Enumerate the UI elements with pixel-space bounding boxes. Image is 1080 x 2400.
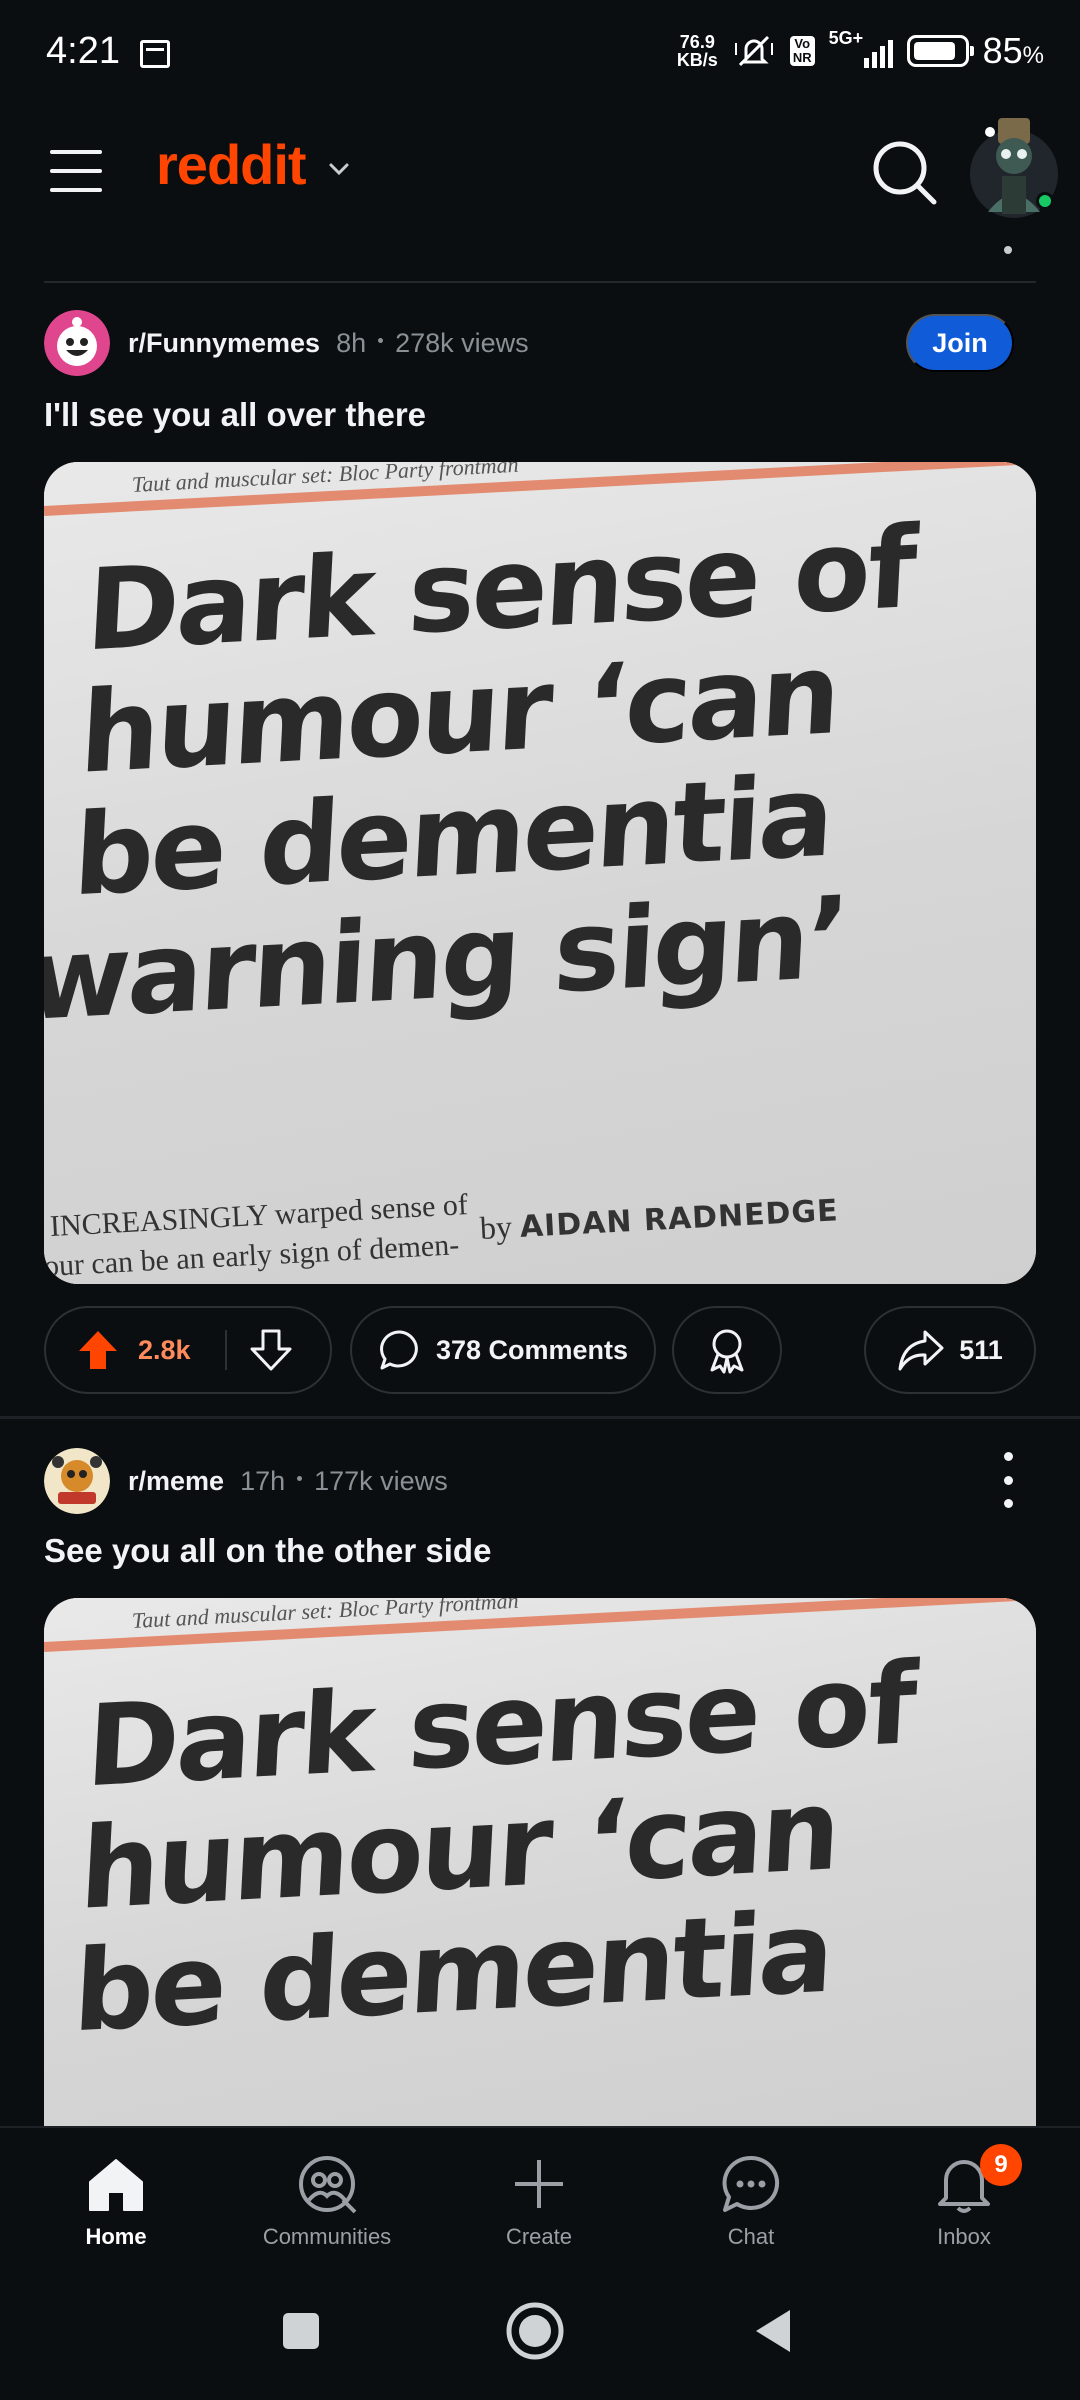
notification-badge: 9 — [980, 2144, 1022, 2186]
menu-icon[interactable] — [50, 150, 102, 192]
feed-divider — [44, 281, 1036, 283]
battery-percent-unit: % — [1022, 42, 1044, 69]
battery-percent-value: 85 — [982, 30, 1023, 71]
chat-icon — [722, 2155, 780, 2212]
subreddit-name[interactable]: r/meme — [128, 1466, 224, 1497]
post-image[interactable]: Taut and muscular set: Bloc Party frontm… — [44, 462, 1036, 1284]
calendar-icon — [140, 40, 170, 68]
avatar[interactable] — [966, 112, 1062, 228]
share-icon — [898, 1330, 944, 1371]
meta-separator — [297, 1475, 303, 1481]
reddit-logo[interactable]: reddit — [156, 132, 307, 197]
home-circle-icon[interactable] — [500, 2296, 570, 2366]
overflow-dot — [1004, 246, 1012, 254]
subreddit-avatar[interactable] — [44, 1448, 110, 1514]
status-time: 4:21 — [46, 30, 120, 72]
downvote-icon[interactable] — [249, 1328, 293, 1372]
back-triangle-icon[interactable] — [738, 2296, 808, 2366]
nav-home[interactable]: Home — [8, 2128, 224, 2270]
share-button[interactable]: 511 — [864, 1306, 1036, 1394]
signal-icon: 5G+ — [829, 28, 893, 68]
post-image[interactable]: Taut and muscular set: Bloc Party frontm… — [44, 1598, 1036, 2158]
post-views: 278k views — [395, 327, 529, 358]
post-age: 17h — [240, 1465, 286, 1496]
network-type: 5G+ — [828, 28, 864, 48]
nav-chat[interactable]: Chat — [643, 2128, 859, 2270]
communities-icon — [299, 2156, 357, 2214]
nav-create[interactable]: Create — [431, 2128, 647, 2270]
nav-label: Inbox — [937, 2224, 991, 2249]
post-header: r/meme 17h 177k views — [44, 1448, 448, 1514]
network-speed: 76.9 KB/s — [677, 33, 718, 69]
home-icon — [89, 2159, 143, 2211]
subreddit-name[interactable]: r/Funnymemes — [128, 328, 320, 359]
recents-square-icon[interactable] — [266, 2296, 336, 2366]
vote-control: 2.8k — [44, 1306, 332, 1394]
volte-icon: Vo NR — [789, 36, 815, 66]
battery-icon — [906, 35, 974, 67]
comment-icon — [380, 1330, 418, 1370]
post-title[interactable]: I'll see you all over there — [44, 396, 426, 434]
share-count: 511 — [959, 1334, 1003, 1365]
upvote-icon[interactable] — [76, 1328, 120, 1372]
post-divider — [0, 1416, 1080, 1419]
post-header: r/Funnymemes 8h 278k views — [44, 310, 529, 376]
network-speed-unit: KB/s — [676, 50, 718, 70]
nav-label: Communities — [262, 2224, 392, 2249]
nav-label: Home — [85, 2224, 147, 2249]
bottom-navigation: Home Communities Create Chat Inbox 9 — [0, 2126, 1080, 2268]
battery-percent: 85% — [983, 30, 1044, 72]
app-header: reddit — [0, 112, 1080, 242]
more-options-icon[interactable] — [992, 1452, 1024, 1508]
post-title[interactable]: See you all on the other side — [44, 1532, 491, 1570]
online-status-dot — [1036, 192, 1054, 210]
post-age: 8h — [336, 327, 367, 358]
image-headline: Dark sense of humour ‘can be dementia wa… — [44, 503, 917, 1046]
network-speed-value: 76.9 — [679, 32, 715, 52]
volte-bottom: NR — [792, 50, 812, 65]
vote-count: 2.8k — [138, 1334, 191, 1365]
award-button[interactable] — [672, 1306, 782, 1394]
meta-separator — [378, 337, 384, 343]
comments-count: 378 Comments — [435, 1334, 629, 1365]
nav-communities[interactable]: Communities — [219, 2128, 435, 2270]
nav-label: Create — [505, 2224, 573, 2249]
comments-button[interactable]: 378 Comments — [350, 1306, 656, 1394]
status-indicators: 76.9 KB/s Vo NR 5G+ 85% — [677, 28, 1044, 72]
join-button[interactable]: Join — [906, 314, 1014, 372]
post-views: 177k views — [314, 1465, 448, 1496]
chevron-down-icon[interactable] — [328, 158, 350, 180]
plus-icon — [515, 2160, 563, 2208]
nav-label: Chat — [727, 2224, 775, 2249]
byline-prefix: by — [479, 1208, 513, 1246]
volte-top: Vo — [794, 36, 811, 51]
system-navigation-bar — [0, 2268, 1080, 2400]
image-headline: Dark sense of humour ‘can be dementia — [71, 1639, 917, 2058]
search-icon[interactable] — [868, 136, 940, 208]
award-icon — [710, 1329, 744, 1374]
subreddit-avatar[interactable] — [44, 310, 110, 376]
vibrate-mute-icon — [734, 35, 773, 67]
post-action-bar: 2.8k 378 Comments 511 — [44, 1306, 1036, 1394]
nav-inbox[interactable]: Inbox 9 — [856, 2128, 1072, 2270]
status-bar: 4:21 76.9 KB/s Vo NR 5G+ 85% — [0, 0, 1080, 112]
vote-separator — [224, 1330, 227, 1370]
